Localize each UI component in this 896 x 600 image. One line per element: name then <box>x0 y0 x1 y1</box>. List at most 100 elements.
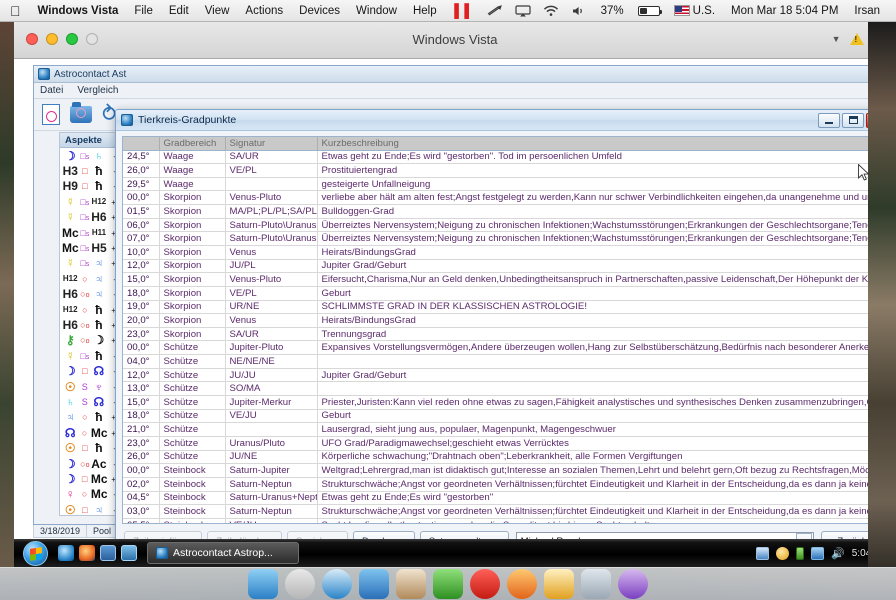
table-row[interactable]: 12,0° Schütze JU/JU Jupiter Grad/Geburt <box>123 368 869 383</box>
cell-gradbereich[interactable]: Steinbock <box>159 477 226 492</box>
cell-gradbereich[interactable]: Schütze <box>159 354 226 369</box>
table-row[interactable]: 21,0° Schütze Lausergrad, sieht jung aus, … <box>123 422 869 437</box>
table-row[interactable]: 10,0° Skorpion Venus Heirats/BindungsGrad <box>123 245 869 260</box>
cell-gradbereich[interactable]: Schütze <box>159 422 226 437</box>
table-row[interactable]: 20,0° Skorpion Venus Heirats/BindungsGrad <box>123 313 869 328</box>
status-pool[interactable]: Pool <box>87 524 119 538</box>
cell-kurzbeschreibung[interactable]: Geburt <box>317 286 869 301</box>
cell-kurzbeschreibung[interactable]: SCHLIMMSTE GRAD IN DER KLASSISCHEN ASTRO… <box>317 300 869 315</box>
menu-vergleich[interactable]: Vergleich <box>77 85 118 96</box>
menu-devices[interactable]: Devices <box>291 0 348 22</box>
cell-signatur[interactable]: SA/UR <box>225 150 318 165</box>
cell-signatur[interactable]: Saturn-Pluto\Uranus <box>225 231 318 246</box>
table-row[interactable]: 01,5° Skorpion MA/PL;PL/PL;SA/PL Bulldoggen… <box>123 204 869 219</box>
windows-start-orb-icon[interactable] <box>16 540 54 566</box>
input-source[interactable]: U.S. <box>666 0 723 22</box>
table-row[interactable]: 00,0° Skorpion Venus-Pluto verliebe aber hä… <box>123 190 869 206</box>
cell-gradbereich[interactable]: Schütze <box>159 340 226 356</box>
cell-degree[interactable]: 18,0° <box>123 409 160 424</box>
cell-gradbereich[interactable]: Skorpion <box>159 327 226 342</box>
table-row[interactable]: 04,0° Schütze NE/NE/NE <box>123 354 869 369</box>
cell-signatur[interactable]: VE/JU <box>225 409 318 424</box>
cell-kurzbeschreibung[interactable]: Lausergrad, sieht jung aus, populaer, Ma… <box>317 422 869 437</box>
cell-signatur[interactable]: Saturn-Pluto\Uranus <box>225 218 318 233</box>
cell-gradbereich[interactable]: Schütze <box>159 409 226 424</box>
table-row[interactable]: 04,5° Steinbock Saturn-Uranus+Neptu Etwas g… <box>123 491 869 506</box>
cell-signatur[interactable]: Venus <box>225 245 318 260</box>
cell-degree[interactable]: 00,0° <box>123 463 160 478</box>
cell-degree[interactable]: 26,0° <box>123 163 160 178</box>
firefox-icon[interactable] <box>507 569 537 599</box>
cell-degree[interactable]: 24,5° <box>123 150 160 165</box>
cell-kurzbeschreibung[interactable]: Überreiztes Nervensystem;Neigung zu chro… <box>317 231 869 246</box>
photos-icon[interactable] <box>544 569 574 599</box>
cell-signatur[interactable]: Jupiter-Merkur <box>225 395 318 410</box>
cell-kurzbeschreibung[interactable]: Expansives Vorstellungsvermögen,Andere ü… <box>317 340 869 356</box>
table-row[interactable]: 23,0° Schütze Uranus/Pluto UFO Grad/Paradig… <box>123 436 869 451</box>
cell-signatur[interactable]: MA/PL;PL/PL;SA/PL <box>225 204 318 219</box>
maximize-icon[interactable] <box>842 112 864 128</box>
cell-gradbereich[interactable]: Schütze <box>159 368 226 383</box>
cell-signatur[interactable]: Jupiter-Pluto <box>225 340 318 356</box>
cell-kurzbeschreibung[interactable]: verliebe aber hält am alten fest;Angst f… <box>317 190 869 206</box>
show-desktop-icon[interactable] <box>100 545 116 561</box>
parallels-icon[interactable] <box>481 4 509 17</box>
cell-signatur[interactable]: Venus-Pluto <box>225 272 318 287</box>
cell-kurzbeschreibung[interactable]: Trennungsgrad <box>317 327 869 342</box>
trash-icon[interactable] <box>581 569 611 599</box>
cell-gradbereich[interactable]: Skorpion <box>159 218 226 233</box>
vm-titlebar[interactable]: Windows Vista ▼ ⚙ <box>14 21 896 59</box>
cell-kurzbeschreibung[interactable]: Jupiter Grad/Geburt <box>317 368 869 383</box>
cell-degree[interactable]: 15,0° <box>123 272 160 287</box>
table-row[interactable]: 06,0° Skorpion Saturn-Pluto\Uranus Überreiz… <box>123 218 869 233</box>
table-row[interactable]: 19,0° Skorpion UR/NE SCHLIMMSTE GRAD IN DER… <box>123 300 869 315</box>
table-row[interactable]: 18,0° Schütze VE/JU Geburt <box>123 409 869 424</box>
parallels-icon[interactable] <box>470 569 500 599</box>
cell-gradbereich[interactable]: Skorpion <box>159 231 226 246</box>
cell-kurzbeschreibung[interactable]: Eifersucht,Charisma,Nur an Geld denken,U… <box>317 272 869 287</box>
cell-degree[interactable]: 04,5° <box>123 491 160 506</box>
cell-kurzbeschreibung[interactable]: Heirats/BindungsGrad <box>317 313 869 328</box>
cell-signatur[interactable]: VE/PL <box>225 286 318 301</box>
cell-gradbereich[interactable]: Skorpion <box>159 245 226 260</box>
cell-degree[interactable]: 20,0° <box>123 313 160 328</box>
cell-gradbereich[interactable]: Skorpion <box>159 259 226 274</box>
cell-degree[interactable]: 13,0° <box>123 381 160 397</box>
cell-degree[interactable]: 04,0° <box>123 354 160 369</box>
cell-degree[interactable]: 00,0° <box>123 190 160 206</box>
cell-signatur[interactable]: Venus <box>225 313 318 328</box>
cell-signatur[interactable] <box>225 177 318 192</box>
volume-icon[interactable] <box>565 5 593 17</box>
table-row[interactable]: 05,5°SteinbockVE/JUSucht haufig selbstbe… <box>123 518 869 523</box>
mail-icon[interactable] <box>359 569 389 599</box>
cell-gradbereich[interactable]: Skorpion <box>159 313 226 328</box>
cell-degree[interactable]: 29,5° <box>123 177 160 192</box>
menu-help[interactable]: Help <box>405 0 445 22</box>
cell-degree[interactable]: 23,0° <box>123 327 160 342</box>
menu-window[interactable]: Window <box>348 0 405 22</box>
cell-gradbereich[interactable]: Skorpion <box>159 204 226 219</box>
cell-gradbereich[interactable]: Steinbock <box>159 463 226 478</box>
cell-gradbereich[interactable]: Waage <box>159 177 226 192</box>
menu-view[interactable]: View <box>197 0 238 22</box>
cell-degree[interactable]: 23,0° <box>123 436 160 451</box>
cell-kurzbeschreibung[interactable]: Überreiztes Nervensystem;Neigung zu chro… <box>317 218 869 233</box>
table-row[interactable]: 26,0° Waage VE/PL Prostituiertengrad <box>123 163 869 178</box>
cell-gradbereich[interactable]: Skorpion <box>159 300 226 315</box>
cell-signatur[interactable]: Saturn-Neptun <box>225 477 318 492</box>
cell-signatur[interactable]: Saturn-Jupiter <box>225 463 318 478</box>
menu-datei[interactable]: Datei <box>40 85 63 96</box>
table-row[interactable]: 15,0° Skorpion Venus-Pluto Eifersucht,Chari… <box>123 272 869 287</box>
cell-degree[interactable]: 21,0° <box>123 422 160 437</box>
cell-gradbereich[interactable]: Skorpion <box>159 190 226 206</box>
wifi-icon[interactable] <box>537 5 565 17</box>
menu-edit[interactable]: Edit <box>161 0 197 22</box>
table-row[interactable]: 02,0° Steinbock Saturn-Neptun Strukturschwä… <box>123 477 869 492</box>
column-header-signatur[interactable]: Signatur <box>225 137 318 151</box>
internet-explorer-icon[interactable] <box>58 545 74 561</box>
table-row[interactable]: 18,0° Skorpion VE/PL Geburt <box>123 286 869 301</box>
cell-kurzbeschreibung[interactable]: Körperliche schwachung;"Drahtnach oben";… <box>317 450 869 465</box>
safari-icon[interactable] <box>322 569 352 599</box>
airplay-icon[interactable] <box>509 4 537 17</box>
cell-kurzbeschreibung[interactable]: gesteigerte Unfallneigung <box>317 177 869 192</box>
